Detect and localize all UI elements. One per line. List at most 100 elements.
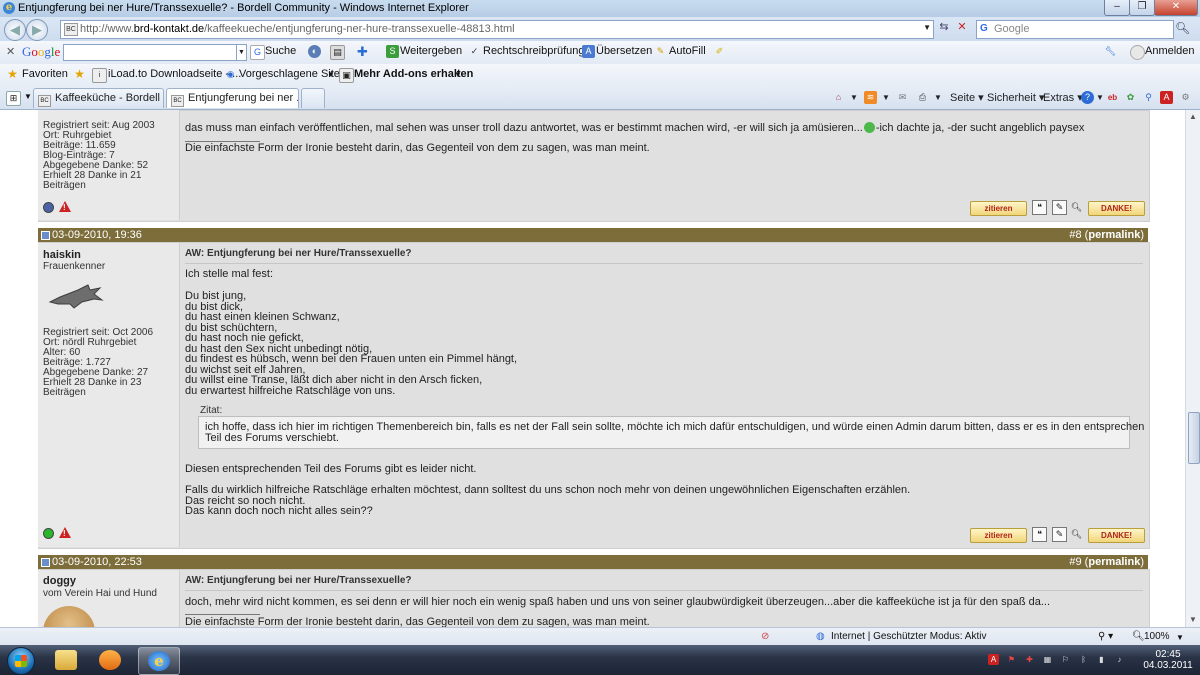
multiquote-icon[interactable]: ❝ xyxy=(1032,527,1047,542)
user-avatar-shark[interactable] xyxy=(48,280,104,314)
tab-list-dropdown-icon[interactable]: ▼ xyxy=(24,92,32,101)
minimize-button[interactable]: – xyxy=(1104,0,1130,16)
web-icon[interactable]: ◐ xyxy=(308,45,321,58)
settings-gear-icon[interactable]: ⚙ xyxy=(1179,91,1192,104)
url-field[interactable]: BC http://www.brd-kontakt.de/kaffeekuech… xyxy=(60,20,934,39)
page-menu[interactable]: Seite ▾ xyxy=(950,91,984,104)
tab-kaffeekueche[interactable]: BC Kaffeeküche - Bordell Co... xyxy=(33,88,164,108)
tray-security-icon[interactable]: ⚑ xyxy=(1006,654,1017,665)
tray-signal-icon[interactable]: ▮ xyxy=(1096,654,1107,665)
add-favorite-icon[interactable]: ★ xyxy=(73,68,86,81)
extras-menu[interactable]: Extras ▾ xyxy=(1043,91,1083,104)
username[interactable]: haiskin xyxy=(43,249,81,261)
close-button[interactable]: ✕ xyxy=(1154,0,1198,16)
username[interactable]: doggy xyxy=(43,575,76,587)
report-post-icon[interactable] xyxy=(59,201,71,212)
edit-icon[interactable]: ✎ xyxy=(1052,200,1067,215)
signin-button[interactable]: Anmelden xyxy=(1145,45,1195,57)
scroll-up-icon[interactable]: ▲ xyxy=(1189,112,1197,121)
thanks-button[interactable]: DANKE! xyxy=(1088,201,1145,216)
new-tab-button[interactable] xyxy=(301,88,325,108)
thanks-button[interactable]: DANKE! xyxy=(1088,528,1145,543)
print-icon[interactable]: ⎙ xyxy=(916,91,929,104)
url-prefix: http://www. xyxy=(80,23,134,35)
compatibility-icon[interactable]: ⇆ xyxy=(936,19,952,35)
permalink-link[interactable]: permalink xyxy=(1088,229,1140,241)
spellcheck-button[interactable]: Rechtschreibprüfung xyxy=(483,45,585,57)
mail-icon[interactable]: ✉ xyxy=(896,91,909,104)
search-go-icon[interactable]: 🔍︎ xyxy=(1175,21,1190,35)
quote-button-label: zitieren xyxy=(984,204,1013,213)
addon-green-icon[interactable]: ✿ xyxy=(1124,91,1137,104)
maximize-button[interactable]: ❐ xyxy=(1129,0,1155,16)
tray-bluetooth-icon[interactable]: ᛒ xyxy=(1078,654,1089,665)
toolbar-close-icon[interactable]: ✕ xyxy=(6,45,15,58)
plus-icon[interactable]: ✚ xyxy=(356,45,369,58)
url-dropdown-icon[interactable]: ▼ xyxy=(923,23,931,32)
tab-entjungferung[interactable]: BC Entjungferung bei ner ... xyxy=(166,88,299,108)
addons-dropdown-icon[interactable]: ▼ xyxy=(454,70,462,79)
taskbar-explorer[interactable] xyxy=(46,647,86,673)
permalink-link[interactable]: permalink xyxy=(1088,556,1140,568)
google-search-field[interactable] xyxy=(63,44,237,61)
stop-icon[interactable]: ✕ xyxy=(954,19,970,35)
highlighter-icon[interactable]: ✐ xyxy=(713,45,726,58)
taskbar-media-player[interactable] xyxy=(90,647,130,673)
suggested-dropdown-icon[interactable]: ▼ xyxy=(327,70,335,79)
post-intro: Ich stelle mal fest: xyxy=(185,268,274,280)
zoom-dropdown-icon[interactable]: ▼ xyxy=(1176,633,1184,642)
quote-button[interactable]: zitieren xyxy=(970,528,1027,543)
share-button[interactable]: Weitergeben xyxy=(400,45,462,57)
tray-pdf-icon[interactable]: A xyxy=(988,654,999,665)
rss-dropdown-icon[interactable]: ▼ xyxy=(882,93,890,102)
search-user-icon[interactable]: 🔍︎ xyxy=(1070,528,1083,541)
scroll-down-icon[interactable]: ▼ xyxy=(1189,615,1197,624)
page-icon[interactable]: ▤ xyxy=(330,45,345,60)
edit-icon[interactable]: ✎ xyxy=(1052,527,1067,542)
quote-button[interactable]: zitieren xyxy=(970,201,1027,216)
rss-icon[interactable]: ≋ xyxy=(864,91,877,104)
pdf-icon[interactable]: A xyxy=(1160,91,1173,104)
help-icon[interactable]: ? xyxy=(1081,91,1094,104)
protected-mode-icon[interactable]: ⚲ ▾ xyxy=(1098,631,1113,642)
ebay-icon[interactable]: eb xyxy=(1106,91,1119,104)
favorites-button[interactable]: Favoriten xyxy=(22,68,68,80)
research-icon[interactable]: ⚲ xyxy=(1142,91,1155,104)
address-bar: ◀ ▶ BC http://www.brd-kontakt.de/kaffeek… xyxy=(0,17,1200,41)
wrench-icon[interactable]: 🔧︎ xyxy=(1104,45,1117,58)
translate-icon: A xyxy=(582,45,595,58)
fav-item-iload[interactable]: iLoad.to Downloadseite - ... xyxy=(108,68,241,80)
tray-volume-icon[interactable]: ♪ xyxy=(1114,654,1125,665)
print-dropdown-icon[interactable]: ▼ xyxy=(934,93,942,102)
home-icon[interactable]: ⌂ xyxy=(832,91,845,104)
google-search-dropdown[interactable]: ▼ xyxy=(236,44,247,61)
taskbar-clock[interactable]: 02:45 04.03.2011 xyxy=(1140,649,1196,671)
taskbar-internet-explorer[interactable]: e xyxy=(138,647,180,675)
status-bar: ⊘ ◍ Internet | Geschützter Modus: Aktiv … xyxy=(0,627,1200,646)
start-button[interactable] xyxy=(7,647,35,675)
scroll-thumb[interactable] xyxy=(1188,412,1200,464)
security-menu[interactable]: Sicherheit ▾ xyxy=(987,91,1045,104)
window-title: Entjungferung bei ner Hure/Transsexuelle… xyxy=(18,2,469,14)
autofill-button[interactable]: AutoFill xyxy=(669,45,706,57)
help-dropdown-icon[interactable]: ▼ xyxy=(1096,93,1104,102)
search-menu-button[interactable]: Suche xyxy=(265,45,296,57)
home-dropdown-icon[interactable]: ▼ xyxy=(850,93,858,102)
addons-icon: ▣ xyxy=(339,68,354,83)
tray-flag-icon[interactable]: ⚐ xyxy=(1060,654,1071,665)
post-date: 03-09-2010, 22:53 xyxy=(52,556,142,568)
page-scrollbar[interactable]: ▲ ▼ xyxy=(1185,110,1200,627)
clock-time: 02:45 xyxy=(1155,649,1181,660)
search-input[interactable]: G Google xyxy=(976,20,1174,39)
tray-update-icon[interactable]: ✚ xyxy=(1024,654,1035,665)
tray-network-icon[interactable]: ▦ xyxy=(1042,654,1053,665)
quick-tabs-icon[interactable]: ⊞ xyxy=(6,91,21,106)
popup-blocker-icon[interactable]: ⊘ xyxy=(761,631,769,642)
report-post-icon[interactable] xyxy=(59,527,71,538)
search-user-icon[interactable]: 🔍︎ xyxy=(1070,201,1083,214)
forward-button[interactable]: ▶ xyxy=(26,19,48,41)
multiquote-icon[interactable]: ❝ xyxy=(1032,200,1047,215)
back-button[interactable]: ◀ xyxy=(4,19,26,41)
translate-button[interactable]: Übersetzen xyxy=(596,45,652,57)
zoom-level[interactable]: 100% xyxy=(1144,631,1170,642)
